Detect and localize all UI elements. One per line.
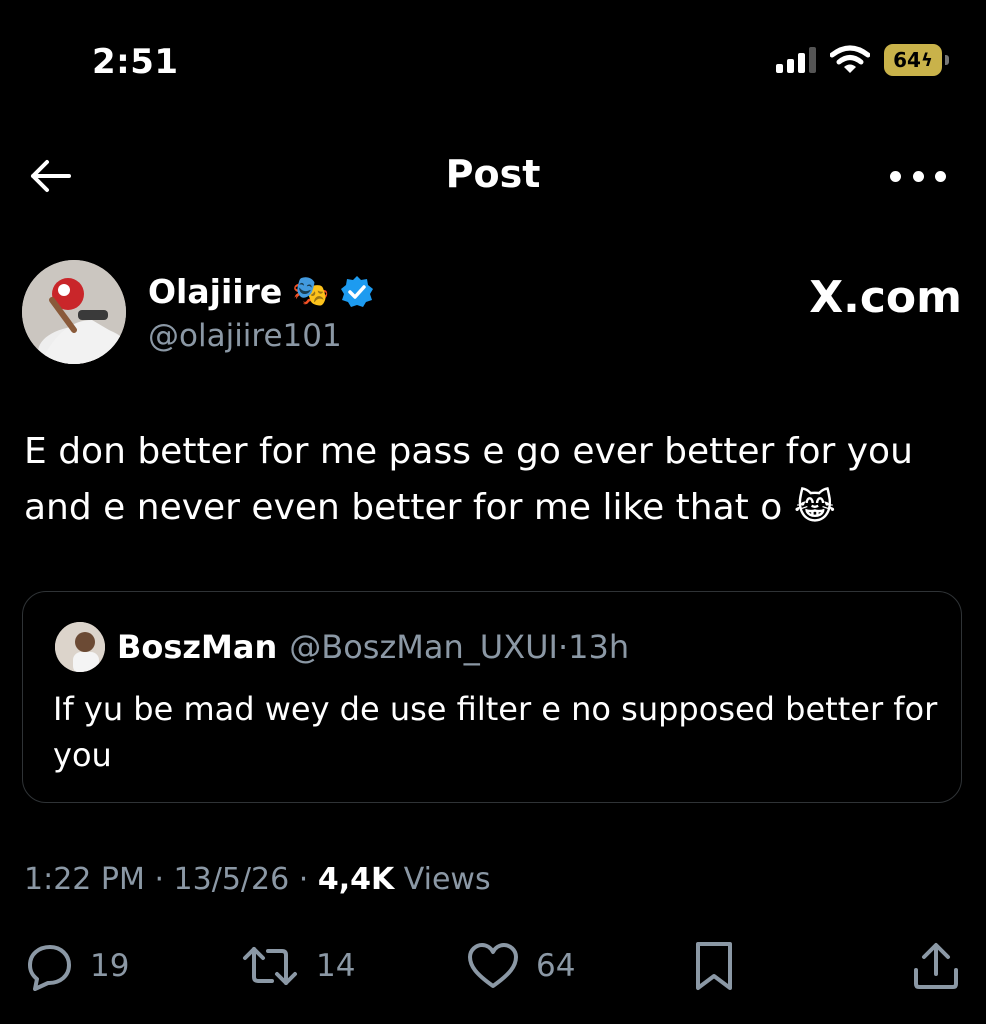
cellular-signal-icon xyxy=(776,47,816,73)
theater-masks-icon: 🎭 xyxy=(292,274,330,309)
battery-level: 64 xyxy=(893,48,921,72)
share-button[interactable] xyxy=(910,936,962,996)
post-time: 1:22 PM xyxy=(24,862,145,897)
quoted-header: BoszMan @BoszMan_UXUI · 13h xyxy=(117,628,629,666)
reply-count: 19 xyxy=(90,948,130,984)
author-handle[interactable]: @olajiire101 xyxy=(148,318,342,354)
more-options-icon[interactable] xyxy=(890,156,946,196)
verified-badge-icon xyxy=(340,275,373,307)
like-count: 64 xyxy=(536,948,576,984)
battery-icon: 64 ϟ xyxy=(884,44,949,76)
quoted-text: If yu be mad wey de use filter e no supp… xyxy=(53,690,938,774)
heart-icon xyxy=(468,943,518,988)
post-text: E don better for me pass e go ever bette… xyxy=(24,431,913,528)
bookmark-button[interactable] xyxy=(690,936,738,996)
quoted-avatar xyxy=(55,622,105,672)
meta-separator: · xyxy=(154,862,164,897)
avatar[interactable] xyxy=(22,260,126,364)
repost-icon xyxy=(243,947,297,985)
x-com-watermark: X.com xyxy=(809,272,962,323)
quoted-post[interactable]: BoszMan @BoszMan_UXUI · 13h If yu be mad… xyxy=(22,591,962,803)
quoted-separator: · xyxy=(557,628,569,666)
action-bar: 19 14 64 xyxy=(0,936,986,996)
repost-button[interactable]: 14 xyxy=(240,936,355,996)
post-date: 13/5/26 xyxy=(173,862,290,897)
share-icon xyxy=(914,943,958,989)
status-time: 2:51 xyxy=(92,42,179,82)
nav-bar: Post xyxy=(0,140,986,210)
bookmark-icon xyxy=(696,942,732,990)
wifi-icon xyxy=(830,45,870,73)
quoted-author-name: BoszMan xyxy=(117,628,278,666)
views-count[interactable]: 4,4K xyxy=(318,862,394,897)
meta-separator: · xyxy=(298,862,309,897)
system-icons: 64 ϟ xyxy=(776,44,949,76)
post-meta: 1:22 PM · 13/5/26 · 4,4K Views xyxy=(24,862,491,897)
status-bar: 2:51 64 ϟ xyxy=(0,0,986,120)
author-name-row[interactable]: Olajiire 🎭 xyxy=(148,272,374,311)
page-title: Post xyxy=(445,152,541,196)
quoted-author-handle: @BoszMan_UXUI xyxy=(289,628,558,666)
reply-button[interactable]: 19 xyxy=(24,936,129,996)
reply-icon xyxy=(28,945,71,991)
quoted-time: 13h xyxy=(568,628,630,666)
like-button[interactable]: 64 xyxy=(466,936,575,996)
views-label: Views xyxy=(403,862,491,897)
post-author: Olajiire 🎭 @olajiire101 X.com xyxy=(22,260,962,370)
repost-count: 14 xyxy=(316,948,356,984)
author-name[interactable]: Olajiire xyxy=(148,272,282,311)
